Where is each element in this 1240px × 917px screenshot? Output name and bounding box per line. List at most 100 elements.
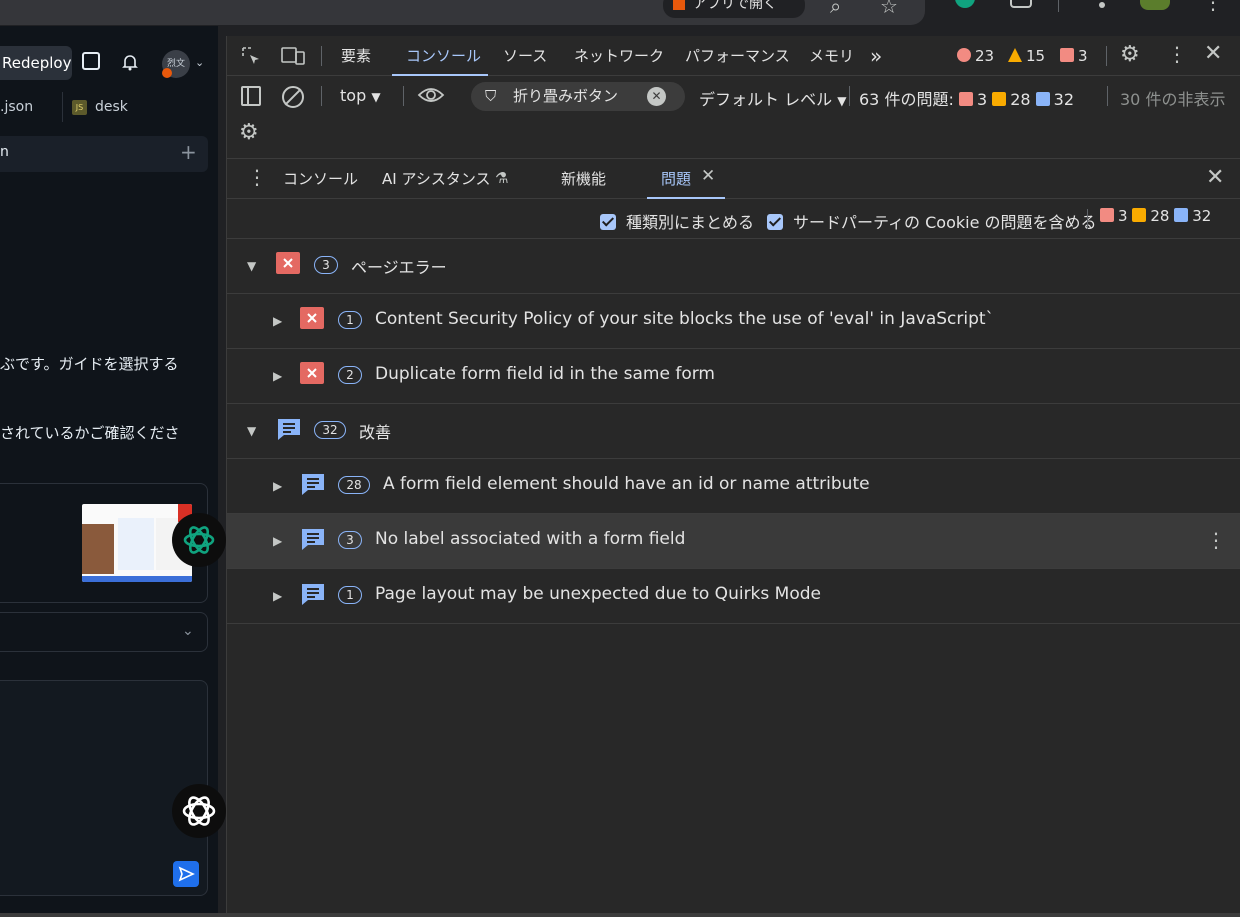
thumbnail-photo [82, 524, 114, 574]
issues-link[interactable]: 63 件の問題: 3 28 32 [859, 86, 1074, 110]
chatgpt-floating-button[interactable] [172, 513, 226, 567]
page-error-icon [300, 362, 324, 384]
star-icon[interactable]: ☆ [880, 0, 898, 18]
send-button[interactable] [173, 861, 199, 887]
settings-gear-icon[interactable]: ⚙ [1120, 42, 1140, 67]
expand-caret-icon[interactable]: ▶ [273, 369, 282, 383]
live-expression-eye-icon[interactable] [417, 84, 445, 106]
group-by-kind-checkbox[interactable]: 種類別にまとめる [600, 209, 754, 233]
expand-caret-icon[interactable]: ▶ [273, 314, 282, 328]
close-drawer-icon[interactable]: ✕ [1206, 165, 1224, 190]
expand-caret-icon[interactable]: ▶ [273, 479, 282, 493]
group-count-badge: 32 [314, 421, 346, 439]
console-settings-gear-icon[interactable]: ⚙ [239, 120, 259, 145]
drawer-tab-issues[interactable]: 問題 [661, 159, 691, 199]
extension-icon[interactable] [1010, 0, 1032, 8]
expand-caret-icon[interactable]: ▶ [273, 534, 282, 548]
divider [849, 86, 850, 106]
issues-options-bar: 種類別にまとめる サードパーティの Cookie の問題を含める 3 28 32 [227, 199, 1240, 239]
group-by-kind-label: 種類別にまとめる [626, 213, 755, 232]
file-tab[interactable]: desk [95, 92, 128, 122]
redeploy-label: Redeploy [2, 54, 72, 72]
issue-title: Page layout may be unexpected due to Qui… [375, 584, 821, 604]
chatgpt-extension-icon[interactable] [955, 0, 975, 8]
issue-count-orange: 28 [1010, 90, 1031, 109]
warning-icon [1008, 48, 1022, 62]
clear-console-icon[interactable] [282, 86, 304, 108]
chevron-down-icon: ⌄ [182, 623, 194, 639]
inspect-element-icon[interactable] [241, 46, 261, 66]
tab-memory[interactable]: メモリ [809, 36, 854, 76]
drawer-tab-console[interactable]: コンソール [283, 159, 358, 199]
third-party-cookie-checkbox[interactable]: サードパーティの Cookie の問題を含める [767, 209, 1097, 233]
console-filter-input[interactable]: ⛉ 折り畳みボタン ✕ [471, 82, 685, 111]
group-label: 改善 [359, 423, 392, 442]
plus-icon[interactable]: + [180, 140, 197, 164]
error-icon [957, 48, 971, 62]
drawer-tab-whats-new[interactable]: 新機能 [561, 159, 606, 199]
issue-row[interactable]: ▶ 28 A form field element should have an… [227, 459, 1240, 514]
issue-row[interactable]: ▶ 3 No label associated with a form fiel… [227, 514, 1240, 569]
improvement-icon [300, 472, 324, 495]
issue-group-page-errors[interactable]: ▼ 3 ページエラー [227, 239, 1240, 294]
improvement-icon [276, 417, 300, 440]
copy-icon[interactable] [82, 52, 100, 70]
error-count[interactable]: 23 [957, 36, 994, 76]
sidebar-toggle-icon[interactable] [241, 86, 261, 106]
divider [1106, 46, 1107, 66]
summary-count-blue: 32 [1192, 207, 1212, 225]
warning-issue-icon [992, 92, 1007, 106]
profile-avatar[interactable] [1140, 0, 1170, 10]
collapse-caret-icon[interactable]: ▼ [247, 259, 256, 273]
issue-row[interactable]: ▶ 1 Content Security Policy of your site… [227, 294, 1240, 349]
expand-caret-icon[interactable]: ▶ [273, 589, 282, 603]
openai-floating-button[interactable] [172, 784, 226, 838]
browser-menu-icon[interactable]: ⋮ [1203, 0, 1223, 14]
filter-value: 折り畳みボタン [513, 87, 619, 105]
issues-label: 63 件の問題: [859, 90, 954, 109]
context-selector[interactable]: top ▼ [340, 86, 381, 105]
log-level-selector[interactable]: デフォルト レベル ▼ [699, 86, 846, 110]
summary-count-orange: 28 [1150, 207, 1170, 225]
tab-sources[interactable]: ソース [503, 36, 547, 76]
error-issue-icon [958, 92, 973, 106]
tab-network[interactable]: ネットワーク [574, 36, 664, 76]
more-options-icon[interactable]: ⋮ [1167, 42, 1187, 66]
divider [321, 86, 322, 106]
guide-text-line-2: されているかご確認くださ [0, 424, 180, 442]
page-error-icon [276, 252, 300, 274]
search-icon[interactable]: ⌕ [830, 0, 841, 18]
section-row[interactable]: n + [0, 136, 208, 172]
issue-row[interactable]: ▶ 1 Page layout may be unexpected due to… [227, 569, 1240, 624]
clear-filter-icon[interactable]: ✕ [647, 87, 666, 106]
file-tab[interactable]: .json [0, 92, 33, 122]
section-row-label: n [0, 144, 9, 160]
device-toolbar-icon[interactable] [281, 46, 305, 66]
redeploy-button[interactable]: Redeploy [0, 46, 72, 80]
row-menu-icon[interactable]: ⋮ [1206, 528, 1226, 552]
tab-performance[interactable]: パフォーマンス [685, 36, 790, 76]
warning-count[interactable]: 15 [1008, 36, 1045, 76]
drawer-menu-icon[interactable]: ⋮ [247, 165, 267, 189]
issue-count[interactable]: 3 [1060, 36, 1088, 76]
tab-elements[interactable]: 要素 [341, 36, 371, 76]
avatar-status-badge [162, 68, 172, 78]
info-issue-icon [1035, 92, 1050, 106]
close-devtools-icon[interactable]: ✕ [1204, 41, 1222, 66]
drawer-tab-ai-assistance[interactable]: AI アシスタンス [382, 159, 491, 199]
issue-row[interactable]: ▶ 2 Duplicate form field id in the same … [227, 349, 1240, 404]
bell-icon[interactable] [120, 52, 140, 72]
more-tabs-icon[interactable]: » [870, 36, 882, 76]
filter-icon: ⛉ [485, 87, 497, 105]
tab-console[interactable]: コンソール [406, 36, 481, 76]
devtools-panel: 要素 コンソール ソース ネットワーク パフォーマンス メモリ » 23 15 … [226, 36, 1240, 914]
dropdown-select[interactable]: ⌄ [0, 612, 208, 652]
summary-count-red: 3 [1118, 207, 1128, 225]
open-in-app-button[interactable]: アプリで開く [663, 0, 805, 18]
send-icon [178, 866, 195, 882]
close-tab-icon[interactable]: ✕ [701, 166, 715, 186]
collapse-caret-icon[interactable]: ▼ [247, 424, 256, 438]
issue-group-improvement[interactable]: ▼ 32 改善 [227, 404, 1240, 459]
media-icon[interactable] [1090, 0, 1106, 8]
chevron-down-icon[interactable]: ⌄ [195, 56, 204, 69]
